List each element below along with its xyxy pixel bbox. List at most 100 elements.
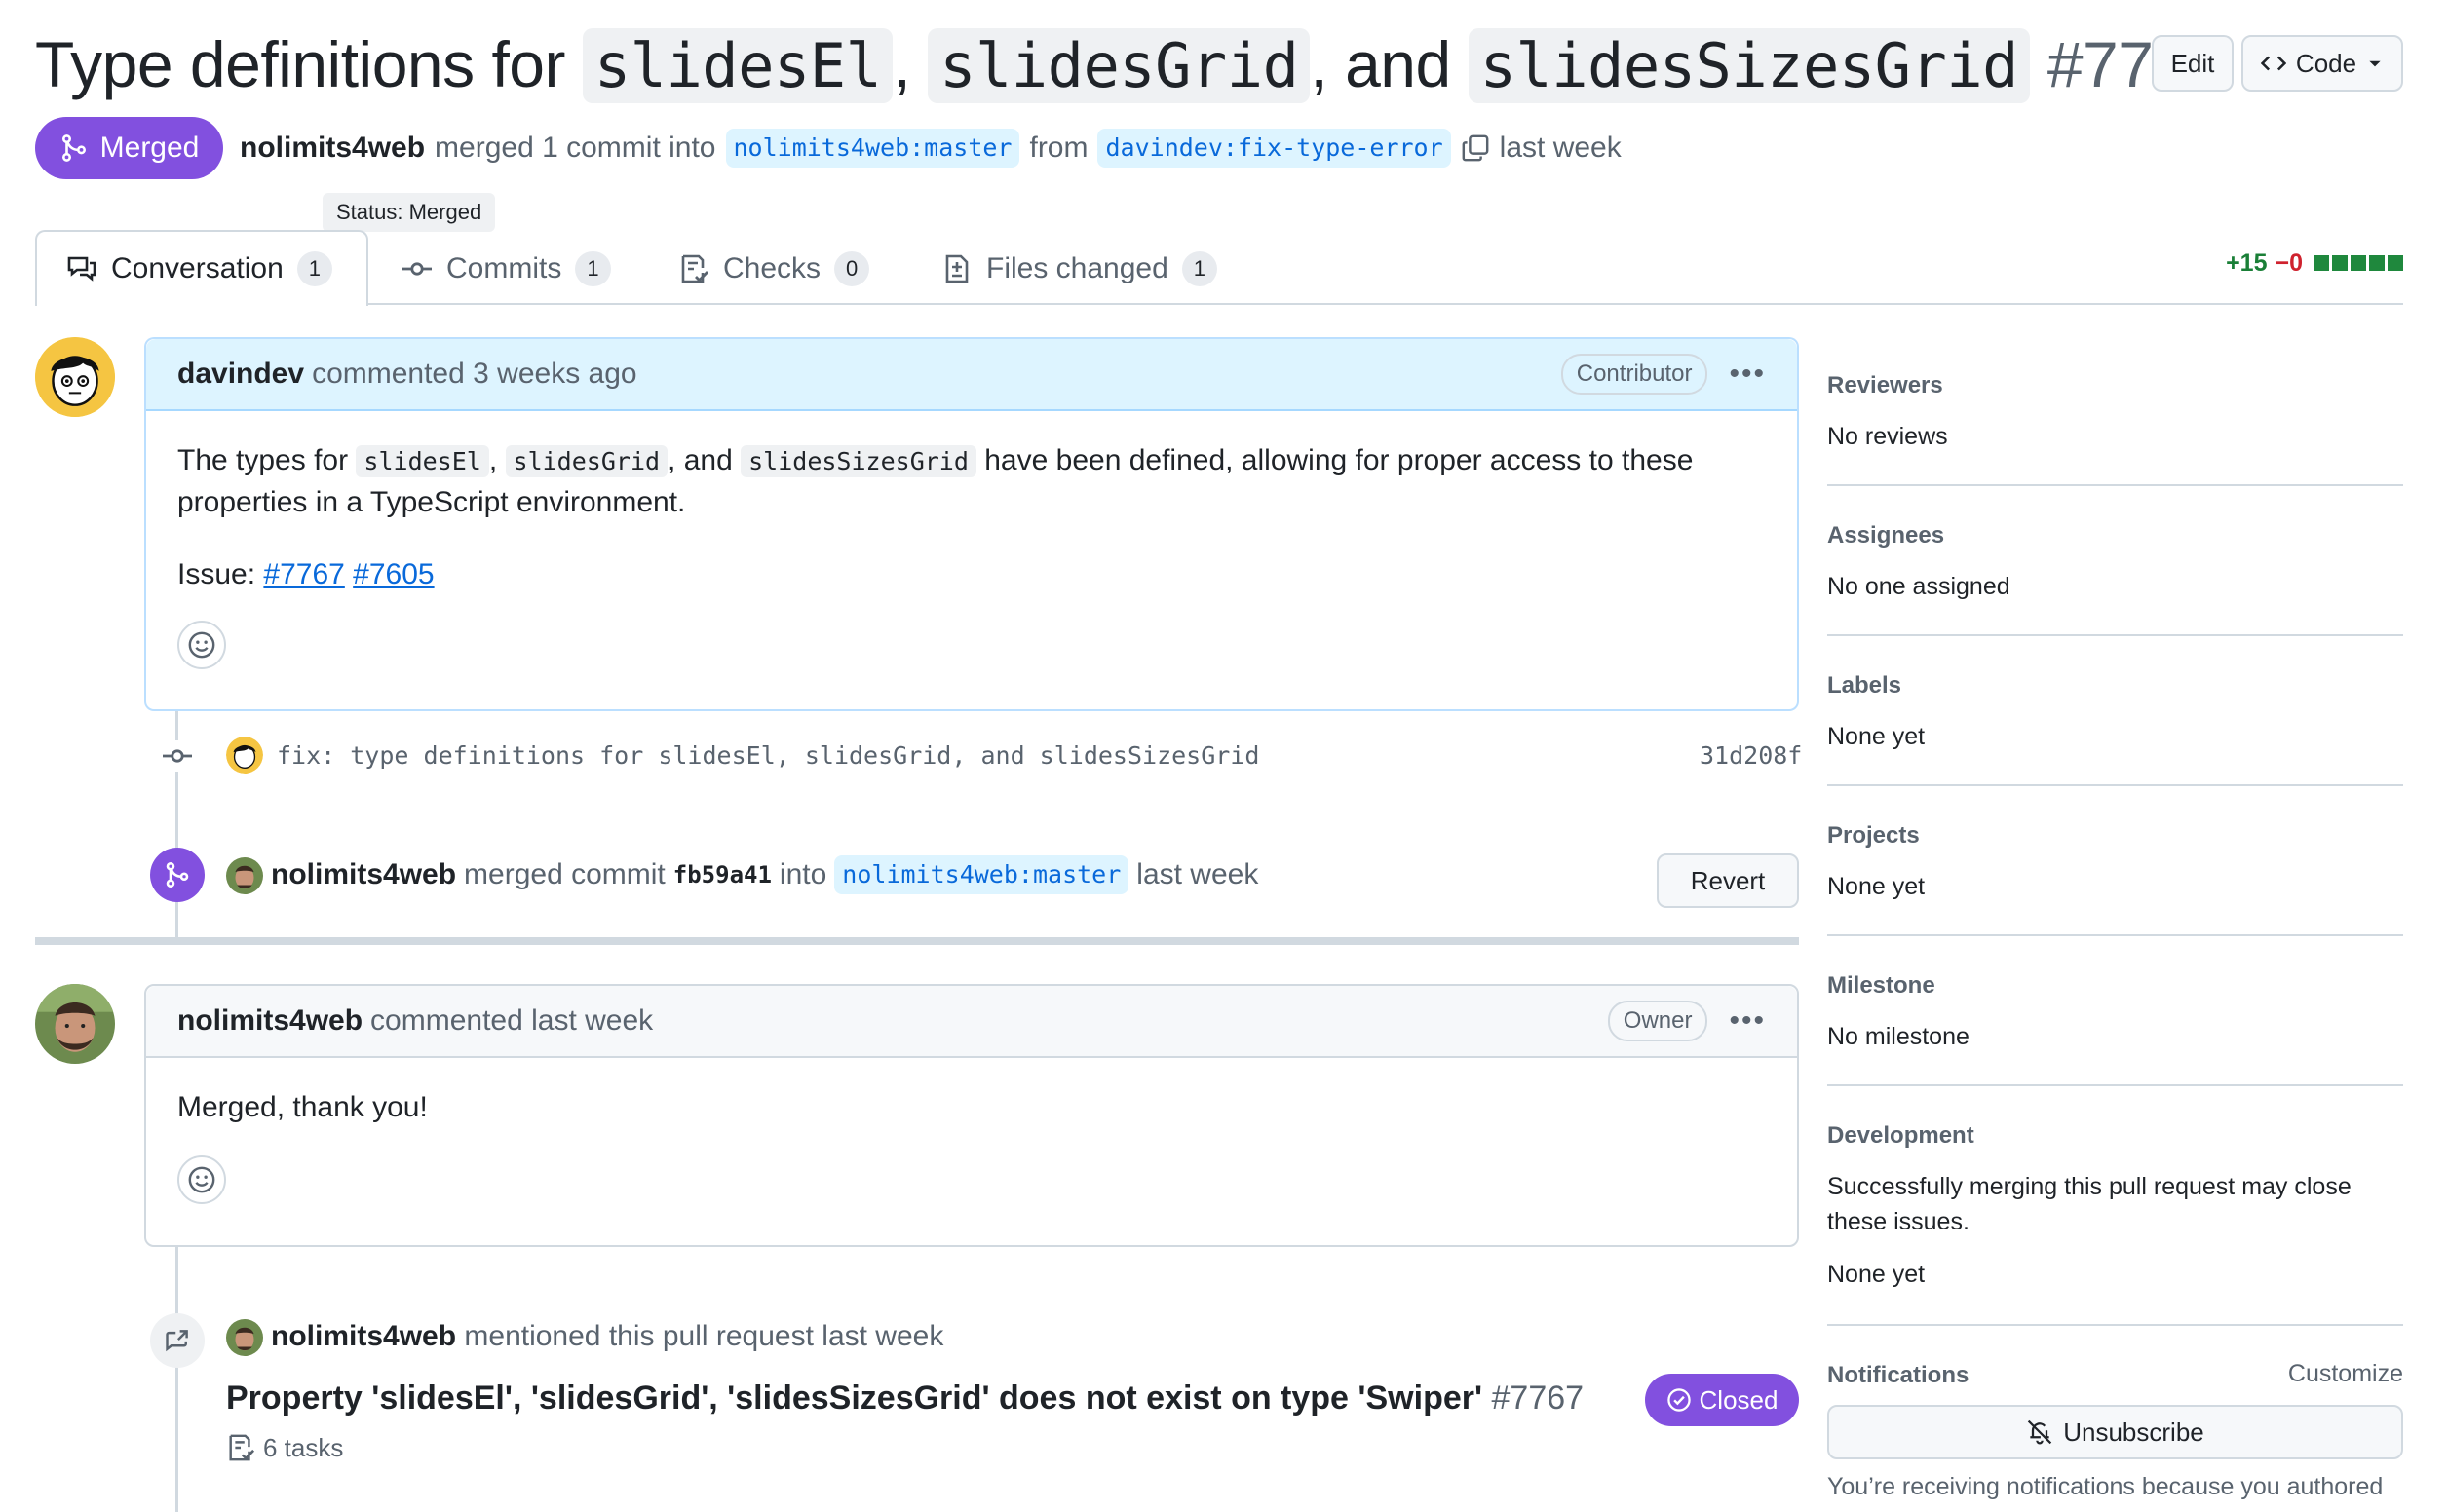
unsubscribe-button[interactable]: Unsubscribe xyxy=(1827,1405,2403,1459)
referenced-issue-title[interactable]: Property 'slidesEl', 'slidesGrid', 'slid… xyxy=(226,1380,1482,1417)
avatar[interactable] xyxy=(226,737,263,774)
head-branch[interactable]: davindev:fix-type-error xyxy=(1097,129,1451,168)
closed-label: Closed xyxy=(1699,1384,1779,1415)
tab-label: Checks xyxy=(723,252,822,284)
merger-link[interactable]: nolimits4web xyxy=(271,853,456,896)
caret-down-icon xyxy=(2369,60,2381,67)
task-count: 6 tasks xyxy=(226,1428,343,1467)
base-branch[interactable]: nolimits4web:master xyxy=(725,129,1020,168)
comment-text-line: The types for slidesEl, slidesGrid, and … xyxy=(177,440,1766,482)
additions-count: +15 xyxy=(2226,249,2268,277)
mention-event-text: nolimits4web mentioned this pull request… xyxy=(271,1315,943,1358)
sidebar-divider xyxy=(1827,934,2403,936)
merged-state-badge: Merged xyxy=(35,117,223,179)
sidebar-divider xyxy=(1827,1084,2403,1086)
commit-icon xyxy=(402,262,432,276)
more-options-icon[interactable]: ••• xyxy=(1729,358,1766,391)
comment-text-line: properties in a TypeScript environment. xyxy=(177,486,686,518)
code-icon xyxy=(2260,56,2286,71)
add-reaction-button[interactable] xyxy=(177,1155,226,1204)
check-circle-icon xyxy=(1666,1388,1691,1412)
sidebar-assignees-heading[interactable]: Assignees xyxy=(1827,522,1944,549)
issue-link-7605[interactable]: #7605 xyxy=(353,558,434,590)
page-title: Type definitions for slidesEl, slidesGri… xyxy=(35,21,2224,109)
merge-event-text: nolimits4web merged commit fb59a41 into … xyxy=(271,853,1258,896)
comment-text: Merged, thank you! xyxy=(177,1091,428,1123)
into-text: into xyxy=(779,858,827,890)
commit-sha[interactable]: 31d208f xyxy=(1700,738,1802,774)
file-diff-icon xyxy=(945,254,969,284)
avatar[interactable] xyxy=(226,1319,263,1356)
title-text: Type definitions for xyxy=(35,28,565,100)
mention-author[interactable]: nolimits4web xyxy=(271,1320,456,1352)
edit-button[interactable]: Edit xyxy=(2152,35,2234,92)
tab-files-changed[interactable]: Files changed 1 xyxy=(941,244,1218,294)
base-branch[interactable]: nolimits4web:master xyxy=(834,855,1129,894)
nolimits4web-avatar-icon xyxy=(35,984,115,1064)
comment-header: davindev commented 3 weeks ago Contribut… xyxy=(146,339,1797,411)
revert-button[interactable]: Revert xyxy=(1657,853,1799,908)
customize-notifications-link[interactable]: Customize xyxy=(2288,1360,2403,1388)
from-text: from xyxy=(1029,132,1089,164)
nolimits4web-avatar-icon xyxy=(226,1319,263,1356)
avatar[interactable] xyxy=(35,337,115,417)
code-button[interactable]: Code xyxy=(2241,35,2403,92)
comment-text: , and xyxy=(668,444,733,476)
sidebar-projects-value: None yet xyxy=(1827,873,1926,900)
sidebar-labels-heading[interactable]: Labels xyxy=(1827,672,1901,699)
notification-reason: You’re receiving notifications because y… xyxy=(1827,1473,2384,1500)
comment-timestamp[interactable]: commented 3 weeks ago xyxy=(312,358,637,391)
referenced-issue[interactable]: Property 'slidesEl', 'slidesGrid', 'slid… xyxy=(226,1374,1584,1422)
davindev-avatar-icon xyxy=(35,337,115,417)
sidebar-divider xyxy=(1827,484,2403,486)
tab-checks[interactable]: Checks 0 xyxy=(678,244,870,294)
inline-code: slidesEl xyxy=(356,445,489,477)
sidebar-milestone-heading[interactable]: Milestone xyxy=(1827,972,1935,1000)
tab-commits[interactable]: Commits 1 xyxy=(402,244,611,294)
davindev-avatar-icon xyxy=(226,737,263,774)
diffstat-blocks xyxy=(2311,249,2403,278)
comment-timestamp[interactable]: commented last week xyxy=(370,1004,653,1038)
comment-author[interactable]: davindev xyxy=(177,358,304,391)
diffstat[interactable]: +15 −0 xyxy=(2226,249,2403,278)
sidebar-notifications-heading: Notifications xyxy=(1827,1362,1970,1388)
tab-counter: 1 xyxy=(575,251,611,286)
revert-label: Revert xyxy=(1690,865,1766,895)
commit-message[interactable]: fix: type definitions for slidesEl, slid… xyxy=(277,738,1259,774)
sidebar-reviewers-heading[interactable]: Reviewers xyxy=(1827,372,1943,399)
timeline-divider xyxy=(35,937,1799,945)
sidebar-development-heading[interactable]: Development xyxy=(1827,1122,1974,1150)
copy-icon[interactable] xyxy=(1461,133,1490,163)
issue-link-7767[interactable]: #7767 xyxy=(263,558,344,590)
comment-davindev: davindev commented 3 weeks ago Contribut… xyxy=(144,337,1799,711)
unsubscribe-label: Unsubscribe xyxy=(2063,1417,2204,1447)
tabs-divider xyxy=(35,303,2403,305)
more-options-icon[interactable]: ••• xyxy=(1729,1004,1766,1038)
mention-action: mentioned this pull request last week xyxy=(464,1320,944,1352)
referenced-issue-number: #7767 xyxy=(1491,1380,1585,1417)
sidebar-projects-heading[interactable]: Projects xyxy=(1827,822,1920,850)
avatar[interactable] xyxy=(35,984,115,1064)
avatar[interactable] xyxy=(226,857,263,894)
tab-conversation[interactable]: Conversation 1 xyxy=(66,244,333,294)
comment-author[interactable]: nolimits4web xyxy=(177,1004,363,1038)
inline-code: slidesGrid xyxy=(505,445,669,477)
smiley-icon xyxy=(188,631,215,659)
role-badge: Contributor xyxy=(1560,354,1708,395)
sidebar-development-text: these issues. xyxy=(1827,1208,1970,1235)
comment-body: Merged, thank you! xyxy=(146,1058,1797,1233)
tab-counter: 0 xyxy=(834,251,870,286)
title-code-slidesEl: slidesEl xyxy=(582,28,894,103)
smiley-icon xyxy=(188,1166,215,1193)
merge-commit-sha[interactable]: fb59a41 xyxy=(673,853,772,896)
closed-state-badge: Closed xyxy=(1645,1374,1799,1426)
sidebar-assignees-value: No one assigned xyxy=(1827,573,2010,600)
tab-counter: 1 xyxy=(1181,251,1218,286)
task-count-label: 6 tasks xyxy=(263,1433,344,1462)
comment-nolimits4web: nolimits4web commented last week Owner •… xyxy=(144,984,1799,1247)
merge-event-time: last week xyxy=(1136,858,1259,890)
tab-label: Commits xyxy=(446,252,562,284)
add-reaction-button[interactable] xyxy=(177,621,226,669)
merger-link[interactable]: nolimits4web xyxy=(240,125,425,171)
checklist-icon xyxy=(229,1434,255,1461)
